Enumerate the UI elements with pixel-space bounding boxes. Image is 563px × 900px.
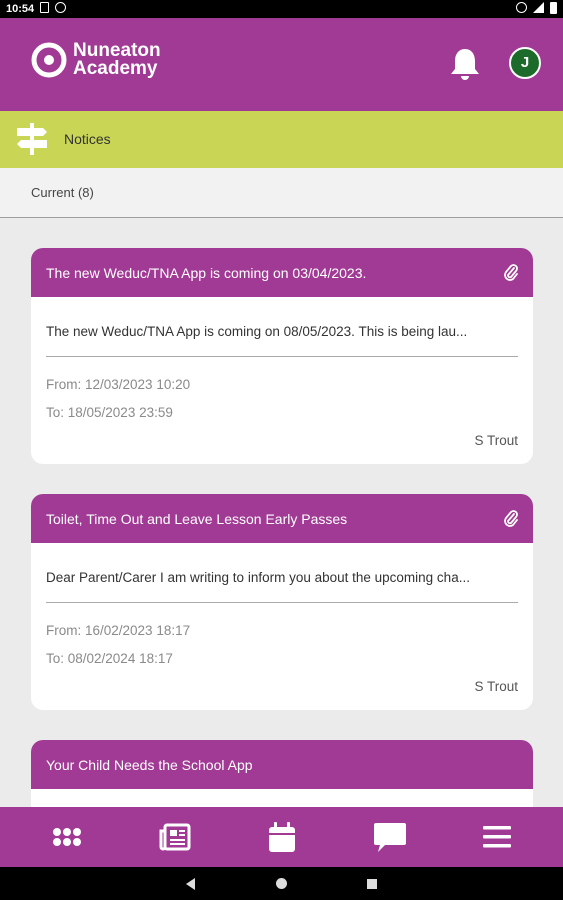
calendar-icon[interactable] <box>267 821 297 853</box>
bottom-nav <box>0 807 563 867</box>
notifications-bell-icon[interactable] <box>447 46 483 82</box>
user-avatar[interactable]: J <box>509 47 541 79</box>
section-title: Notices <box>64 131 111 147</box>
notice-from-date: From: 12/03/2023 10:20 <box>46 377 191 392</box>
chat-icon[interactable] <box>373 821 407 853</box>
notice-preview: The new Weduc/TNA App is coming on 08/05… <box>46 324 468 339</box>
notice-card-header: The new Weduc/TNA App is coming on 03/04… <box>31 248 533 297</box>
notice-to-date: To: 08/02/2024 18:17 <box>46 651 173 666</box>
notification-icons <box>40 2 66 13</box>
notice-preview: Dear Parent/Carer I am writing to inform… <box>46 570 470 585</box>
recents-icon[interactable] <box>367 879 377 889</box>
app-header: Nuneaton Academy J <box>0 18 563 111</box>
battery-icon <box>550 2 557 14</box>
status-bar: 10:54 <box>0 0 563 18</box>
home-icon[interactable] <box>276 878 287 889</box>
notice-title: The new Weduc/TNA App is coming on 03/04… <box>46 265 367 281</box>
notice-card-header: Your Child Needs the School App <box>31 740 533 789</box>
target-logo-icon <box>31 42 67 78</box>
notice-card[interactable]: The new Weduc/TNA App is coming on 03/04… <box>31 248 533 464</box>
section-header: Notices <box>0 111 563 168</box>
at-sign-icon <box>55 2 66 13</box>
notice-title: Your Child Needs the School App <box>46 757 253 773</box>
card-divider <box>46 602 518 603</box>
notice-from-date: From: 16/02/2023 18:17 <box>46 623 191 638</box>
news-icon[interactable] <box>159 823 191 851</box>
notice-card-header: Toilet, Time Out and Leave Lesson Early … <box>31 494 533 543</box>
notice-card[interactable]: Toilet, Time Out and Leave Lesson Early … <box>31 494 533 710</box>
menu-icon[interactable] <box>482 824 512 850</box>
wifi-icon <box>533 2 544 13</box>
school-name-line2: Academy <box>73 58 158 79</box>
signpost-icon <box>17 123 47 155</box>
system-icons <box>516 2 557 14</box>
notice-author: S Trout <box>474 679 518 694</box>
location-icon <box>516 2 527 13</box>
notice-to-date: To: 18/05/2023 23:59 <box>46 405 173 420</box>
school-name: Nuneaton Academy <box>73 41 161 79</box>
filter-bar[interactable]: Current (8) <box>0 168 563 218</box>
notice-title: Toilet, Time Out and Leave Lesson Early … <box>46 511 348 527</box>
sim-icon <box>40 2 49 13</box>
attachment-icon <box>504 264 518 281</box>
school-logo[interactable]: Nuneaton Academy <box>31 41 161 79</box>
current-filter-label[interactable]: Current (8) <box>31 185 94 200</box>
system-nav-bar <box>0 867 563 900</box>
apps-grid-icon[interactable] <box>52 827 82 847</box>
back-icon[interactable] <box>186 878 195 890</box>
notice-author: S Trout <box>474 433 518 448</box>
status-time: 10:54 <box>6 3 35 15</box>
card-divider <box>46 356 518 357</box>
attachment-icon <box>504 510 518 527</box>
